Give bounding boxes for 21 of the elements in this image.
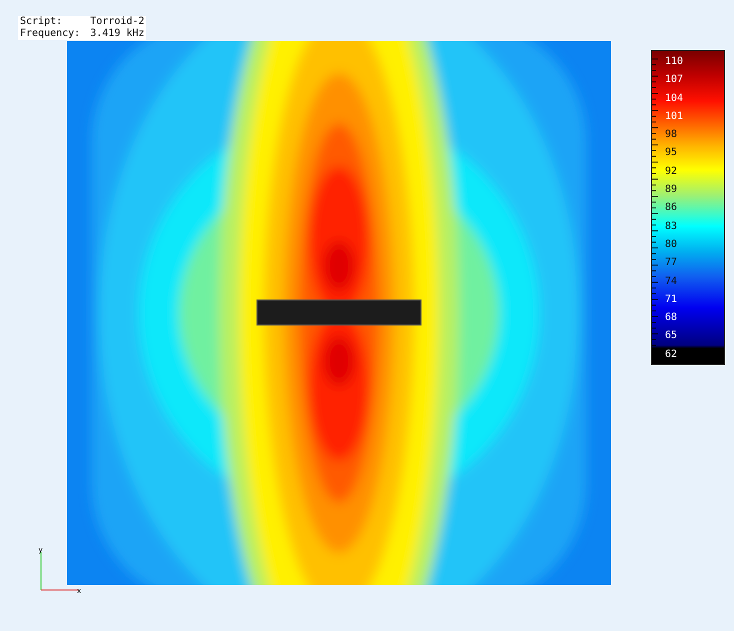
scale-value: 98	[665, 128, 678, 142]
scale-value: 62	[665, 348, 678, 362]
info-label: Frequency:	[18, 28, 88, 40]
scale-value: 95	[665, 146, 678, 160]
info-value: Torroid-2	[88, 16, 146, 28]
scale-value: 77	[665, 256, 678, 270]
info-label: Script:	[18, 16, 88, 28]
scale-value: 92	[665, 164, 678, 179]
scale-value: 104	[665, 92, 684, 106]
info-value: 3.419 kHz	[88, 28, 146, 40]
scale-value: 107	[665, 73, 684, 88]
scale-value: 65	[665, 329, 678, 344]
scale-value: 83	[665, 220, 678, 234]
scale-value: 68	[665, 311, 678, 326]
scale-value: 101	[665, 110, 684, 124]
scale-value: 89	[665, 183, 678, 198]
scale-value: 71	[665, 292, 678, 307]
scale-value: 110	[665, 55, 684, 69]
scale-value: 86	[665, 201, 678, 216]
scale-value: 80	[665, 238, 678, 252]
scale-value: 74	[665, 274, 678, 289]
